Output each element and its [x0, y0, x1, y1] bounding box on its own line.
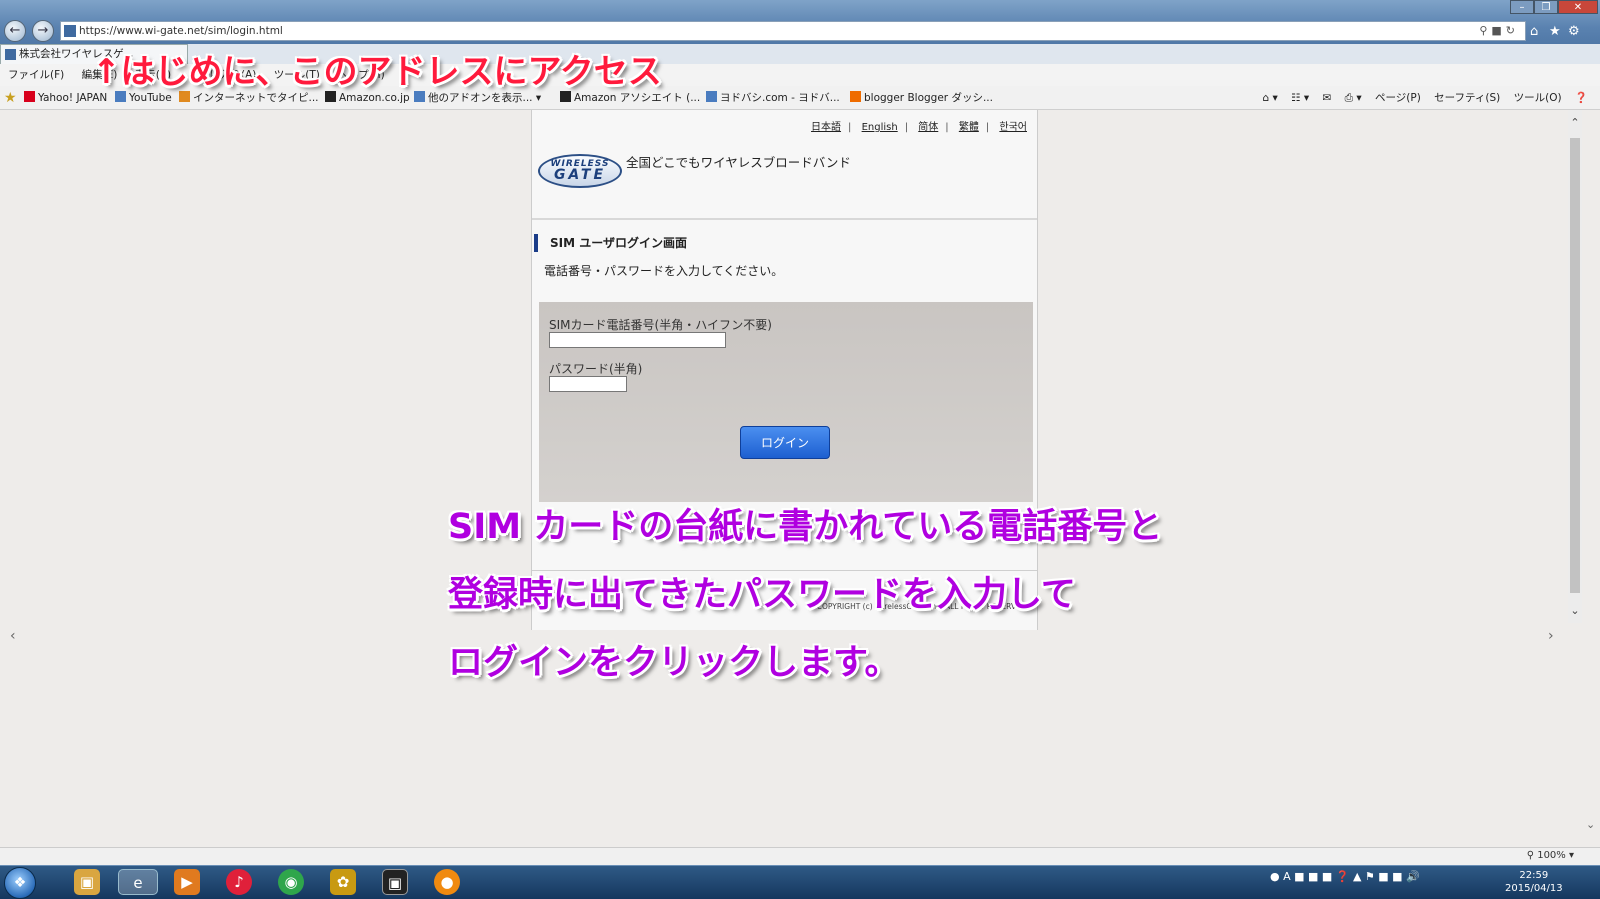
phone-input[interactable]: [549, 332, 726, 348]
password-label: パスワード(半角): [549, 362, 643, 376]
media-app-icon[interactable]: ▣: [382, 869, 408, 895]
clock-time: 22:59: [1519, 870, 1549, 881]
menu-file[interactable]: ファイル(F): [8, 69, 64, 81]
lock-icon[interactable]: ■: [1491, 24, 1505, 37]
scroll-right-icon[interactable]: ›: [1548, 628, 1554, 644]
lang-japanese[interactable]: 日本語: [811, 122, 841, 133]
tab-favicon-icon: [5, 49, 16, 60]
address-tools[interactable]: ⚲■↻: [1479, 22, 1519, 40]
taskbar: ❖ ▣ e ▶ ♪ ◉ ✿ ▣ ● ● A ■ ■ ■ ❓ ▲ ⚑ ■ ■ 🔊 …: [0, 865, 1600, 899]
settings-gear-icon[interactable]: ⚙: [1568, 24, 1580, 39]
media-player-icon[interactable]: ▶: [174, 869, 200, 895]
caption-line-1: SIM カードの台紙に書かれている電話番号と: [448, 507, 1163, 547]
blogger-icon: [850, 91, 861, 102]
page-icon: [706, 91, 717, 102]
caption-access-address: ↑はじめに、このアドレスにアクセス: [92, 52, 662, 92]
browser-titlebar: ← → https://www.wi-gate.net/sim/login.ht…: [0, 0, 1600, 46]
password-input[interactable]: [549, 376, 627, 392]
login-page: 日本語 | English | 简体 | 繁體 | 한국어 WIRELESS GATE …: [531, 110, 1038, 630]
language-links: 日本語 | English | 简体 | 繁體 | 한국어: [811, 122, 1027, 133]
zoom-level[interactable]: ⚲ 100% ▾: [1527, 850, 1574, 861]
site-favicon-icon: [64, 25, 76, 37]
minimize-button[interactable]: –: [1510, 0, 1534, 14]
back-arrow-icon: ←: [9, 23, 21, 38]
caption-line-2: 登録時に出てきたパスワードを入力して: [448, 575, 1076, 615]
vertical-scrollbar[interactable]: ⌃ ⌄: [1568, 110, 1582, 623]
address-bar[interactable]: https://www.wi-gate.net/sim/login.html ⚲…: [60, 21, 1526, 41]
favorites-star-icon[interactable]: ★: [1549, 24, 1561, 39]
feed-icon[interactable]: ☷ ▾: [1291, 92, 1309, 104]
help-icon[interactable]: ❓: [1575, 92, 1588, 104]
section-title: SIM ユーザログイン画面: [534, 234, 687, 252]
login-form: SIMカード電話番号(半角・ハイフン不要) パスワード(半角) ログイン: [539, 302, 1033, 502]
restore-button[interactable]: ❒: [1534, 0, 1558, 14]
status-bar: ⚲ 100% ▾: [0, 847, 1600, 865]
login-button[interactable]: ログイン: [740, 426, 830, 459]
lang-traditional-chinese[interactable]: 繁體: [959, 122, 979, 133]
orange-app-icon[interactable]: ●: [434, 869, 460, 895]
command-page[interactable]: ページ(P): [1375, 92, 1421, 104]
system-tray[interactable]: ● A ■ ■ ■ ❓ ▲ ⚑ ■ ■ 🔊: [1270, 870, 1420, 883]
scroll-up-icon[interactable]: ⌃: [1568, 116, 1582, 129]
chrome-icon[interactable]: ◉: [278, 869, 304, 895]
phone-label: SIMカード電話番号(半角・ハイフン不要): [549, 318, 772, 332]
lang-korean[interactable]: 한국어: [999, 122, 1027, 133]
logo-line2: GATE: [553, 167, 607, 183]
command-tools[interactable]: ツール(O): [1514, 92, 1562, 104]
windows-logo-icon: ❖: [13, 875, 27, 891]
forward-button[interactable]: →: [32, 20, 54, 42]
tagline: 全国どこでもワイヤレスブロードバンド: [626, 155, 851, 170]
lang-english[interactable]: English: [862, 122, 898, 133]
address-url: https://www.wi-gate.net/sim/login.html: [79, 25, 283, 37]
home-icon[interactable]: ⌂ ▾: [1262, 92, 1277, 104]
sunflower-app-icon[interactable]: ✿: [330, 869, 356, 895]
favorites-star-icon[interactable]: ★: [4, 86, 17, 110]
search-icon[interactable]: ⚲: [1479, 24, 1491, 37]
system-clock[interactable]: 22:59 2015/04/13: [1505, 869, 1563, 895]
refresh-icon[interactable]: ↻: [1506, 24, 1519, 37]
scroll-down-icon[interactable]: ⌄: [1586, 818, 1595, 831]
lang-simplified-chinese[interactable]: 简体: [918, 122, 938, 133]
scroll-left-icon[interactable]: ‹: [10, 628, 16, 644]
clock-date: 2015/04/13: [1505, 883, 1563, 894]
back-button[interactable]: ←: [4, 20, 26, 42]
yahoo-icon: [24, 91, 35, 102]
favorite-item[interactable]: ヨドバシ.com - ヨドバ...: [706, 86, 840, 110]
start-button[interactable]: ❖: [4, 867, 36, 899]
print-icon[interactable]: ⎙ ▾: [1345, 92, 1362, 104]
forward-arrow-icon: →: [37, 23, 49, 38]
internet-explorer-icon[interactable]: e: [118, 869, 158, 895]
command-bar: ⌂ ▾ ☷ ▾ ✉ ⎙ ▾ ページ(P) セーフティ(S) ツール(O) ❓: [1252, 86, 1588, 110]
favorite-item[interactable]: blogger Blogger ダッシ...: [850, 86, 993, 110]
caption-line-3: ログインをクリックします。: [448, 643, 900, 683]
header-divider: [532, 218, 1037, 220]
wireless-gate-logo: WIRELESS GATE: [538, 154, 622, 188]
tray-icons[interactable]: ● A ■ ■ ■ ❓ ▲ ⚑ ■ ■ 🔊: [1270, 870, 1420, 883]
itunes-icon[interactable]: ♪: [226, 869, 252, 895]
home-icon[interactable]: ⌂: [1530, 24, 1538, 39]
scrollbar-thumb[interactable]: [1570, 138, 1580, 593]
mail-icon[interactable]: ✉: [1322, 92, 1331, 104]
scroll-down-icon[interactable]: ⌄: [1568, 604, 1582, 617]
explorer-folder-icon[interactable]: ▣: [74, 869, 100, 895]
close-button[interactable]: ✕: [1558, 0, 1598, 14]
zoom-icon: ⚲: [1526, 850, 1535, 861]
command-safety[interactable]: セーフティ(S): [1434, 92, 1500, 104]
instruction-text: 電話番号・パスワードを入力してください。: [544, 264, 784, 278]
